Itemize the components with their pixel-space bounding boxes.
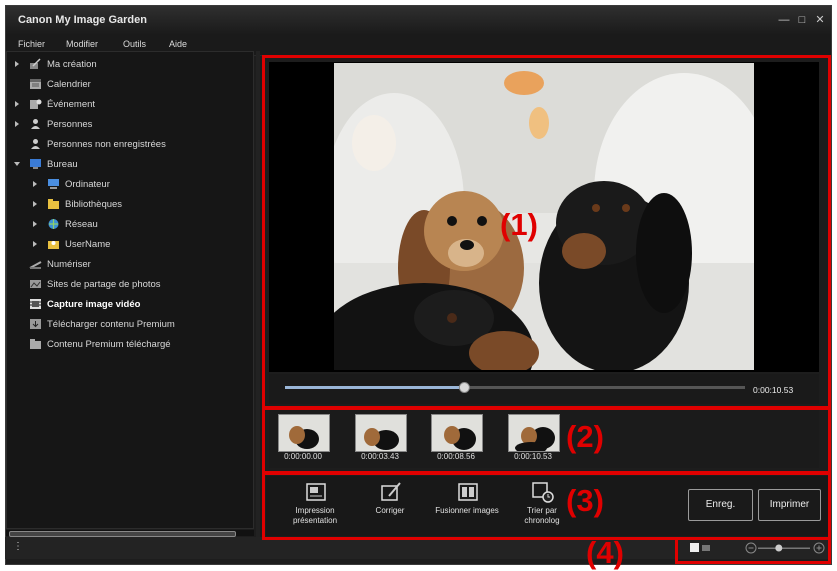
chevron-right-icon[interactable] [31,180,39,188]
frame-thumbnail[interactable] [355,414,407,452]
sidebar-item-label: Bureau [47,159,78,170]
chevron-down-icon[interactable] [13,160,21,168]
merge-images-button[interactable]: Fusionner images [434,480,500,536]
sidebar-item-label: Contenu Premium téléchargé [47,339,171,350]
playback-timeline: 0:00:10.53 [269,374,819,404]
user-folder-icon [48,241,59,249]
tool-label: Corriger [375,506,405,515]
computer-icon [48,179,59,189]
sort-chrono-icon [532,482,554,503]
network-icon [48,219,59,229]
people-icon [31,119,40,129]
sidebar-item-label: Télécharger contenu Premium [47,319,175,330]
calendar-icon [30,79,41,89]
correct-button[interactable]: Corriger [357,480,423,536]
close-icon[interactable]: ✕ [813,13,827,27]
minimize-icon[interactable]: — [777,13,791,27]
timeline-handle[interactable] [458,382,470,393]
thumbnail-time: 0:00:00.00 [284,452,322,461]
print-button[interactable]: Imprimer [758,489,821,521]
sidebar-scrollbar[interactable] [6,530,254,537]
status-bar: ⋮ [5,537,830,559]
panel-splitter[interactable] [256,51,260,537]
tool-label: Impression présentation [292,506,338,525]
details-toggle-icon[interactable]: ⋮ [13,541,23,552]
menu-fichier[interactable]: Fichier [18,39,45,49]
tool-label: Fusionner images [435,506,499,515]
playback-time: 0:00:10.53 [753,385,794,395]
thumbnail-view-icon[interactable] [702,545,710,551]
event-icon [30,99,42,109]
sidebar-item-label: Ordinateur [65,179,110,190]
my-art-icon [30,58,41,69]
print-layout-button[interactable]: Impression présentation [282,480,348,536]
title-bar: Canon My Image Garden — □ ✕ [6,6,831,35]
menu-modifier[interactable]: Modifier [66,39,98,49]
chevron-right-icon[interactable] [31,220,39,228]
annotation-label-2: (2) [566,419,604,454]
chevron-right-icon[interactable] [13,100,21,108]
dogs-photo [334,63,754,370]
annotation-label-4: (4) [586,535,624,570]
frame-thumbnails: 0:00:00.00 0:00:03.43 0:00:08.56 0:00:10… [269,410,819,468]
sidebar-item-label: Personnes [47,119,93,130]
desktop-icon [30,159,41,169]
library-icon [48,199,59,209]
scan-icon [29,261,42,269]
frame-thumbnail[interactable] [431,414,483,452]
person-icon [31,139,40,149]
sidebar-item-label: Calendrier [47,79,91,90]
correct-icon [381,482,401,501]
thumbnail-time: 0:00:08.56 [437,452,475,461]
save-button[interactable]: Enreg. [688,489,753,521]
video-frame-image [334,63,754,370]
annotation-label-3: (3) [566,483,604,518]
sidebar: Ma création Calendrier Événement Personn… [6,51,254,529]
single-view-icon[interactable] [690,543,699,552]
window-title: Canon My Image Garden [18,14,147,26]
chevron-right-icon[interactable] [13,120,21,128]
sidebar-item-label: Ma création [47,59,97,70]
annotation-label-1: (1) [500,207,538,242]
thumbnail-time: 0:00:03.43 [361,452,399,461]
sidebar-item-label: Sites de partage de photos [47,279,161,290]
zoom-handle[interactable] [775,544,783,552]
chevron-right-icon[interactable] [31,240,39,248]
photo-sharing-icon [30,280,41,288]
thumbnail-time: 0:00:10.53 [514,452,552,461]
sidebar-item-label: Événement [47,99,96,110]
sidebar-item-label: UserName [65,239,111,250]
sidebar-item-label: Capture image vidéo [47,299,141,310]
timeline-progress [285,386,465,389]
print-layout-icon [306,483,326,501]
chevron-right-icon[interactable] [13,60,21,68]
sidebar-item-label: Réseau [65,219,98,230]
sidebar-item-label: Numériser [47,259,91,270]
timeline-slider[interactable] [269,374,819,404]
zoom-slider[interactable] [745,540,825,556]
sidebar-item-label: Personnes non enregistrées [47,139,166,150]
video-frame-icon [30,299,41,309]
maximize-icon[interactable]: □ [795,13,809,27]
menu-aide[interactable]: Aide [169,39,187,49]
frame-thumbnail[interactable] [508,414,560,452]
premium-folder-icon [30,339,41,349]
chevron-right-icon[interactable] [31,200,39,208]
sidebar-item-label: Bibliothèques [65,199,123,210]
download-premium-icon [30,319,41,329]
merge-icon [458,483,478,501]
frame-thumbnail[interactable] [278,414,330,452]
view-mode-icons[interactable] [689,542,713,554]
menu-outils[interactable]: Outils [123,39,146,49]
